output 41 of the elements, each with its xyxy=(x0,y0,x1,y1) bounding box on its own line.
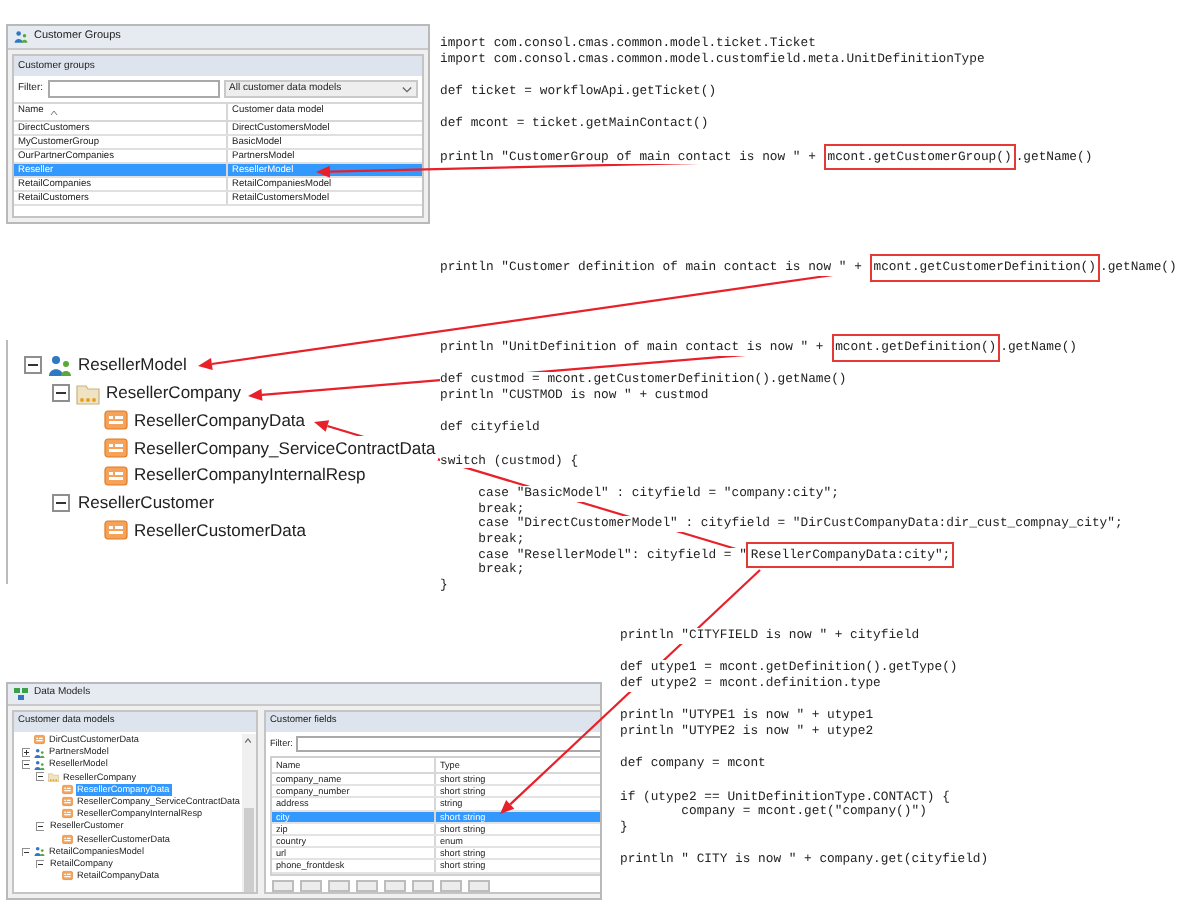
minus-box-icon[interactable] xyxy=(21,847,31,857)
scrollbar-thumb[interactable] xyxy=(243,807,254,892)
toolbar-button[interactable] xyxy=(355,879,378,891)
toolbar-button[interactable] xyxy=(327,879,350,891)
minus-box-icon[interactable] xyxy=(51,384,69,403)
grid-icon xyxy=(14,688,28,700)
minus-box-icon[interactable] xyxy=(35,859,45,869)
filter-field[interactable] xyxy=(47,80,219,98)
toolbar-button[interactable] xyxy=(439,879,462,891)
plus-box-icon[interactable] xyxy=(21,748,31,758)
toolbar-button[interactable] xyxy=(271,879,294,891)
minus-box-icon[interactable] xyxy=(35,772,45,782)
folder-icon xyxy=(48,771,59,783)
people-icon xyxy=(14,30,28,44)
people-icon xyxy=(34,846,45,858)
form-icon xyxy=(104,517,128,542)
form-icon xyxy=(62,870,73,882)
filter-field[interactable] xyxy=(296,736,600,752)
form-icon xyxy=(34,734,45,746)
tree-item[interactable]: ResellerCompanyData xyxy=(132,407,308,434)
scrollbar[interactable] xyxy=(241,734,256,892)
toolbar-button[interactable] xyxy=(299,879,322,891)
people-icon xyxy=(48,353,72,378)
minus-box-icon[interactable] xyxy=(23,356,41,375)
form-icon xyxy=(104,435,128,460)
tree-item[interactable]: ResellerCompanyInternalResp xyxy=(132,462,368,488)
minus-box-icon[interactable] xyxy=(35,822,45,832)
caret-up-icon xyxy=(244,738,253,744)
form-icon xyxy=(104,408,128,433)
folder-icon xyxy=(76,381,100,406)
minus-box-icon[interactable] xyxy=(21,760,31,770)
tree-item[interactable]: ResellerCustomerData xyxy=(132,517,308,543)
form-icon xyxy=(62,833,73,845)
tree-item[interactable]: ResellerCompany_ServiceContractData xyxy=(132,435,438,461)
chevron-down-icon xyxy=(402,85,412,93)
tree-item[interactable]: ResellerCompany xyxy=(104,380,244,406)
minus-box-icon[interactable] xyxy=(51,493,69,512)
toolbar-button[interactable] xyxy=(411,879,434,891)
toolbar-button[interactable] xyxy=(467,879,490,891)
toolbar-button[interactable] xyxy=(383,879,406,891)
form-icon xyxy=(104,463,128,488)
